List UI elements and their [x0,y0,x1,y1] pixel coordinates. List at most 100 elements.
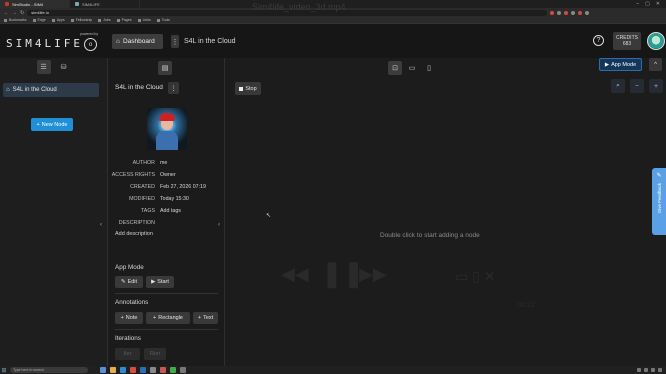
collapse-left-icon[interactable]: ‹ [100,222,102,228]
mobile-view-icon[interactable]: ▯ [422,61,436,75]
workbench-canvas[interactable]: ⊡ ▭ ▯ ▶ App Mode ^ Stop ⌕ − + Double clic… [225,58,666,374]
edit-icon: ✎ [656,173,662,179]
rectangle-label: Rectangle [158,315,183,321]
minimize-icon[interactable]: – [636,1,639,7]
play-icon: ▶ [604,61,610,68]
nodes-sidebar: ☰ ⛁ ⌂ S4L in the Cloud + New Node ‹ [0,58,108,374]
bookmark[interactable]: Jobs [98,18,110,22]
edit-app-mode-button[interactable]: ✎ Edit [115,276,143,288]
node-tree-item[interactable]: ⌂ S4L in the Cloud [3,83,99,97]
extension-icon[interactable] [571,10,576,15]
chrome-icon[interactable] [130,367,136,373]
note-label: Note [125,315,138,321]
view-switcher: ⊡ ▭ ▯ [388,61,436,75]
tray-icon[interactable] [644,368,648,372]
meta-value[interactable]: Owner [160,172,176,178]
add-text-button[interactable]: + Text [193,312,218,324]
zoom-in-icon[interactable]: + [649,79,663,93]
bookmark[interactable]: Edge [33,18,46,22]
text-label: Text [203,315,214,321]
study-thumbnail [147,108,187,150]
bookmark[interactable]: Bookmarks [4,18,27,22]
tray-icon[interactable] [637,368,641,372]
app-icon[interactable] [160,367,166,373]
start-app-mode-button[interactable]: ▶ Start [146,276,174,288]
meta-row-description: DESCRIPTION [108,217,225,229]
browser-tab-2[interactable]: SIM4LIFE [70,0,140,8]
divider [115,293,218,294]
plus-icon: + [36,121,40,128]
bookmark[interactable]: Pages [117,18,132,22]
back-icon[interactable]: ← [4,10,9,16]
app-logo[interactable]: SIM4LIFE [6,37,83,50]
browser-tab-1[interactable]: SimStudio - SIM4 [0,0,70,8]
desktop-view-icon[interactable]: ▭ [405,61,419,75]
rewind-icon: ◀◀ [281,264,309,284]
reload-icon[interactable]: ↻ [20,10,24,16]
meta-row-created: CREATED Feb 27, 2026 07:19 [108,181,225,193]
thumbnail-body [156,131,178,150]
maximize-icon[interactable]: ▢ [645,1,650,7]
details-tab-icon[interactable]: ▤ [158,61,172,75]
vscode-icon[interactable] [140,367,146,373]
fast-forward-icon: ▶▶ [359,264,387,284]
kebab-menu-icon[interactable]: ⋮ [171,35,179,48]
add-tags-link[interactable]: Add tags [160,208,181,214]
dashboard-button[interactable]: ⌂ Dashboard [112,34,163,49]
close-icon[interactable]: ✕ [656,1,660,7]
new-node-button[interactable]: + New Node [31,118,73,131]
study-title: S4L in the Cloud [115,84,163,91]
user-avatar[interactable] [647,32,665,50]
edge-icon[interactable] [120,367,126,373]
edit-label: Edit [127,279,138,285]
app-icon[interactable] [180,367,186,373]
file-explorer-icon[interactable] [110,367,116,373]
app-icon[interactable] [150,367,156,373]
thumbnail-hair [159,113,175,121]
extension-icon[interactable] [550,10,555,15]
add-rectangle-button[interactable]: + Rectangle [146,312,190,324]
extension-icon[interactable] [578,10,583,15]
add-note-button[interactable]: + Note [115,312,143,324]
chevron-up-icon[interactable]: ^ [649,58,662,71]
meta-value: Today 15:30 [160,196,189,202]
app-icon[interactable] [170,367,176,373]
iterations-button-1[interactable]: Iter [115,348,140,360]
breadcrumb: S4L in the Cloud [184,38,236,45]
app-mode-button[interactable]: ▶ App Mode [599,58,642,71]
credits-value: 683 [622,41,632,47]
taskbar-search-input[interactable]: Type here to search [10,367,88,373]
taskbar-apps [100,367,186,373]
powered-by-text: powered by [80,32,99,36]
workbench-view-icon[interactable]: ⊡ [388,61,402,75]
list-icon[interactable]: ☰ [36,60,51,74]
tray-icon[interactable] [651,368,655,372]
os-taskbar: ⊞ Type here to search [0,366,666,374]
bookmark[interactable]: Apps [52,18,65,22]
bookmark[interactable]: Tools [157,18,170,22]
give-feedback-tab[interactable]: ✎ Give Feedback [652,168,666,235]
credits-indicator[interactable]: CREDITS 683 [613,32,641,50]
tray-icon[interactable] [658,368,662,372]
meta-row-author: AUTHOR me [108,157,225,169]
forward-icon[interactable]: → [12,10,17,16]
new-node-label: New Node [41,121,68,128]
extension-icon[interactable] [557,10,562,15]
database-icon[interactable]: ⛁ [57,60,71,74]
iterations-button-2[interactable]: Run [144,348,166,360]
extension-icon[interactable] [564,10,569,15]
description-field[interactable]: Add description [115,231,153,237]
study-menu-icon[interactable]: ⋮ [168,82,179,94]
task-view-icon[interactable] [100,367,106,373]
bookmark[interactable]: Links [138,18,151,22]
tab-label: SimStudio - SIM4 [12,1,44,7]
profile-icon[interactable] [585,10,590,15]
bookmark[interactable]: Fellowship [71,18,93,22]
start-label: Start [157,279,169,285]
stop-button[interactable]: Stop [235,82,261,95]
help-icon[interactable]: ? [593,35,604,46]
zoom-fit-icon[interactable]: ⌕ [611,79,625,93]
zoom-out-icon[interactable]: − [630,79,644,93]
collapse-details-icon[interactable]: ‹ [218,222,220,228]
windows-start-icon[interactable]: ⊞ [0,366,8,374]
